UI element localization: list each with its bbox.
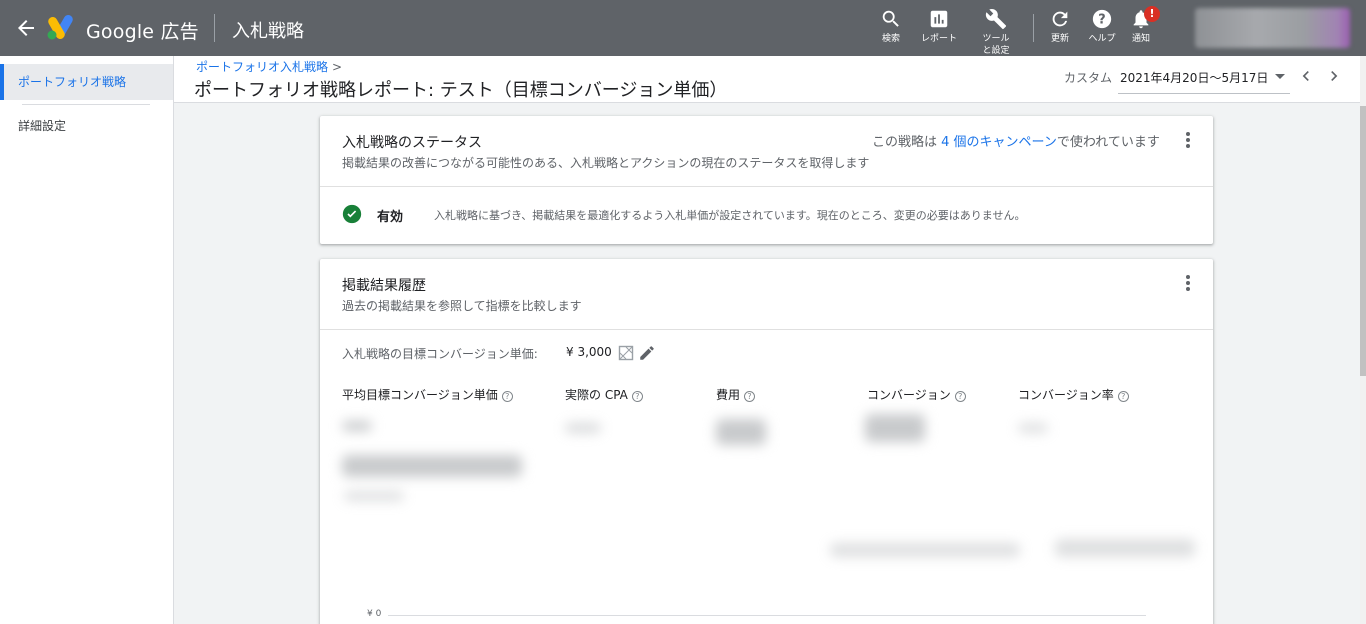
card-divider bbox=[320, 186, 1213, 187]
check-circle-icon bbox=[342, 204, 362, 224]
top-app-bar: Google 広告 入札戦略 検索 レポート ツールと設定 更新 ? ヘルプ 通… bbox=[0, 0, 1366, 56]
metric-label: 平均目標コンバージョン単価 bbox=[342, 388, 498, 402]
account-switcher[interactable] bbox=[1195, 8, 1350, 48]
metric-cost[interactable]: 費用? bbox=[716, 386, 756, 403]
metric-conversions[interactable]: コンバージョン? bbox=[867, 386, 966, 403]
simulator-icon[interactable] bbox=[618, 345, 634, 361]
help-circle-icon[interactable]: ? bbox=[1117, 391, 1129, 402]
usage-prefix: この戦略は bbox=[872, 135, 938, 150]
redacted-chart-legend bbox=[1055, 539, 1195, 557]
back-arrow-icon[interactable] bbox=[14, 16, 38, 40]
sidebar-divider bbox=[22, 104, 150, 105]
chevron-right-icon[interactable] bbox=[1324, 66, 1344, 86]
metric-avg-target-cpa[interactable]: 平均目標コンバージョン単価? bbox=[342, 386, 513, 403]
card-subtitle: 掲載結果の改善につながる可能性のある、入札戦略とアクションの現在のステータスを取… bbox=[342, 156, 870, 170]
help-circle-icon[interactable]: ? bbox=[954, 391, 966, 402]
date-range-type: カスタム bbox=[1064, 71, 1113, 85]
date-range-picker[interactable]: 2021年4月20日～5月17日 bbox=[1120, 69, 1268, 86]
status-description: 入札戦略に基づき、掲載結果を最適化するよう入札単価が設定されています。現在のとこ… bbox=[434, 209, 1026, 222]
pencil-icon[interactable] bbox=[638, 344, 656, 362]
sidebar-item-advanced-settings[interactable]: 詳細設定 bbox=[0, 108, 173, 144]
target-cpa-label: 入札戦略の目標コンバージョン単価: bbox=[342, 347, 538, 361]
sidebar-item-portfolio-strategies[interactable]: ポートフォリオ戦略 bbox=[0, 64, 173, 100]
metric-label: コンバージョン bbox=[867, 388, 951, 402]
redacted-value bbox=[1018, 423, 1048, 433]
chart-axis-line bbox=[388, 615, 1146, 616]
help-circle-icon[interactable]: ? bbox=[744, 391, 756, 402]
metric-label: 費用 bbox=[716, 388, 741, 402]
usage-suffix: で使われています bbox=[1056, 135, 1160, 150]
breadcrumb-chevron-icon: > bbox=[332, 60, 343, 74]
redacted-value bbox=[565, 423, 601, 433]
report-icon bbox=[930, 10, 948, 28]
divider bbox=[214, 14, 215, 42]
campaigns-link[interactable]: 4 個のキャンペーン bbox=[941, 135, 1057, 150]
status-label: 有効 bbox=[377, 210, 404, 225]
notifications-label: 通知 bbox=[1131, 34, 1150, 44]
breadcrumb-link[interactable]: ポートフォリオ入札戦略 bbox=[196, 60, 328, 74]
metric-label: コンバージョン率 bbox=[1018, 388, 1114, 402]
y-axis-zero-label: ¥ 0 bbox=[367, 609, 382, 619]
dropdown-caret-icon[interactable] bbox=[1275, 74, 1285, 79]
page-header: ポートフォリオ入札戦略 > ポートフォリオ戦略レポート: テスト（目標コンバージョ… bbox=[174, 56, 1360, 103]
redacted-value bbox=[865, 414, 925, 442]
redacted-value bbox=[342, 421, 372, 431]
redacted-chart-legend bbox=[830, 543, 1020, 557]
wrench-icon bbox=[985, 9, 1007, 30]
page-title: ポートフォリオ戦略レポート: テスト（目標コンバージョン単価） bbox=[194, 80, 728, 101]
redacted-value bbox=[342, 455, 522, 477]
performance-history-card: 掲載結果履歴 過去の掲載結果を参照して指標を比較します 入札戦略の目標コンバージ… bbox=[320, 259, 1213, 624]
sidebar: ポートフォリオ戦略 詳細設定 bbox=[0, 56, 174, 624]
scrollbar-thumb[interactable] bbox=[1360, 106, 1366, 376]
metric-label: 実際の CPA bbox=[565, 388, 628, 402]
notification-badge: ! bbox=[1144, 6, 1160, 22]
notifications-button[interactable]: 通知 bbox=[1111, 8, 1171, 45]
redacted-value bbox=[716, 419, 766, 445]
tools-settings-label: ツールと設定 bbox=[982, 34, 1010, 56]
tools-settings-button[interactable]: ツールと設定 bbox=[966, 8, 1026, 57]
metric-conversion-rate[interactable]: コンバージョン率? bbox=[1018, 386, 1129, 403]
help-circle-icon[interactable]: ? bbox=[631, 391, 643, 402]
report-button[interactable]: レポート bbox=[909, 8, 969, 45]
breadcrumb: ポートフォリオ入札戦略 > bbox=[196, 58, 342, 75]
report-label: レポート bbox=[920, 34, 957, 44]
metric-actual-cpa[interactable]: 実際の CPA? bbox=[565, 386, 643, 403]
target-cpa-value: ¥ 3,000 bbox=[566, 345, 612, 359]
help-circle-icon[interactable]: ? bbox=[501, 391, 513, 402]
card-subtitle: 過去の掲載結果を参照して指標を比較します bbox=[342, 299, 582, 313]
bid-strategy-status-card: 入札戦略のステータス 掲載結果の改善につながる可能性のある、入札戦略とアクション… bbox=[320, 116, 1213, 244]
more-options-icon[interactable] bbox=[1183, 275, 1193, 293]
section-title: 入札戦略 bbox=[232, 21, 304, 42]
help-icon: ? bbox=[1092, 9, 1112, 29]
google-ads-logo-icon[interactable] bbox=[47, 14, 77, 40]
search-icon bbox=[882, 10, 899, 27]
refresh-icon bbox=[1052, 11, 1068, 27]
campaign-usage-text: この戦略は 4 個のキャンペーンで使われています bbox=[872, 131, 1160, 150]
card-title: 掲載結果履歴 bbox=[342, 278, 426, 294]
card-title: 入札戦略のステータス bbox=[342, 135, 482, 151]
scrollbar[interactable] bbox=[1360, 56, 1366, 624]
brand-name: Google 広告 bbox=[86, 21, 199, 43]
redacted-value bbox=[344, 491, 404, 501]
svg-text:?: ? bbox=[1098, 13, 1105, 28]
date-picker-underline bbox=[1118, 93, 1290, 94]
card-divider bbox=[320, 329, 1213, 330]
more-options-icon[interactable] bbox=[1183, 132, 1193, 150]
chevron-left-icon[interactable] bbox=[1296, 66, 1316, 86]
